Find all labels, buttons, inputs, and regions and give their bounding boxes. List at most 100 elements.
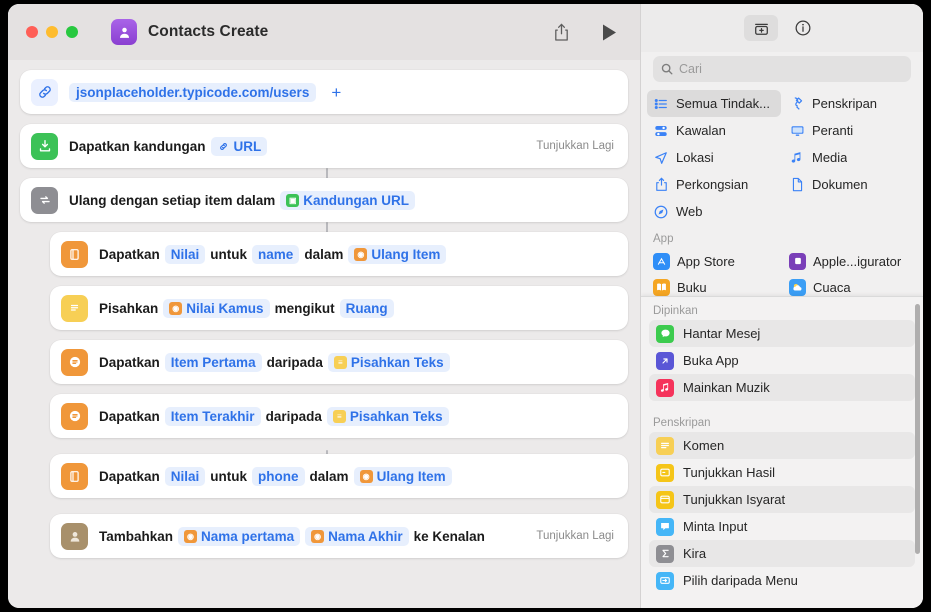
action-text: Pisahkan (99, 300, 159, 316)
panel-tabbar (641, 4, 923, 52)
action-text: Dapatkan (99, 246, 160, 262)
list-item-label: Kira (683, 546, 707, 561)
list-item[interactable]: Komen (649, 432, 915, 459)
action-row-text: Pisahkan ◉ Nilai Kamus mengikut Ruang (99, 298, 394, 318)
parameter-chip[interactable]: Ruang (339, 298, 394, 318)
variable-token-label: Kandungan URL (303, 192, 410, 208)
list-item[interactable]: Mainkan Muzik (649, 374, 915, 401)
share-icon[interactable] (546, 17, 576, 47)
category-grid: Semua Tindak... Penskripan Kawalan Peranti L… (641, 90, 923, 225)
action-row-get-value-name[interactable]: Dapatkan Nilai untuk name dalam ◉ Ulang Item (50, 232, 628, 276)
variable-token[interactable]: ▣ Kandungan URL (280, 190, 416, 210)
action-row-get-last-item[interactable]: Dapatkan Item Terakhir daripada ≡ Pisahkan T… (50, 394, 628, 438)
category-lokasi[interactable]: Lokasi (647, 144, 781, 171)
action-row-split-text[interactable]: Pisahkan ◉ Nilai Kamus mengikut Ruang (50, 286, 628, 330)
variable-token[interactable]: ≡ Pisahkan Teks (327, 352, 450, 372)
category-media[interactable]: Media (783, 144, 917, 171)
list-item[interactable]: Tunjukkan Hasil (649, 459, 915, 486)
category-label: Peranti (812, 123, 854, 138)
variable-mini-icon: ≡ (332, 409, 346, 423)
info-tab[interactable] (786, 15, 820, 41)
variable-token[interactable]: ◉ Ulang Item (353, 466, 452, 486)
minimize-button[interactable] (46, 26, 58, 38)
show-more-button[interactable]: Tunjukkan Lagi (536, 530, 614, 542)
variable-token[interactable]: ◉ Nama pertama (178, 526, 301, 546)
category-dokumen[interactable]: Dokumen (783, 171, 917, 198)
action-row-add-contact[interactable]: Tambahkan ◉ Nama pertama ◉ Nama Akhir ke Kena… (50, 514, 628, 558)
action-text: Tambahkan (99, 528, 174, 544)
close-button[interactable] (26, 26, 38, 38)
parameter-chip[interactable]: Item Terakhir (164, 406, 261, 426)
add-url-button[interactable]: + (331, 84, 341, 101)
variable-token[interactable]: ◉ Ulang Item (348, 244, 447, 264)
shortcuts-window: Contacts Create jsonplaceholder.typicode… (8, 4, 923, 608)
list-item[interactable]: Hantar Mesej (649, 320, 915, 347)
list-item-label: Hantar Mesej (683, 326, 761, 341)
apple-configurator-icon (789, 252, 806, 270)
safari-compass-icon (653, 205, 669, 219)
list-item[interactable]: Kira (649, 540, 915, 567)
action-text: mengikut (274, 300, 335, 316)
category-label: Semua Tindak... (676, 96, 770, 111)
parameter-chip[interactable]: name (252, 244, 300, 264)
action-library-tab[interactable] (744, 15, 778, 41)
variable-token-label: Nama pertama (201, 528, 295, 544)
url-parameter-label: URL (233, 138, 262, 154)
shortcut-glyph-icon[interactable] (111, 19, 137, 45)
music-note-icon (789, 151, 805, 165)
messages-icon (656, 324, 674, 343)
variable-mini-icon: ◉ (311, 529, 325, 543)
list-item[interactable]: Minta Input (649, 513, 915, 540)
action-row-get-contents-of-url[interactable]: Dapatkan kandungan URL Tunjukkan Lagi (20, 124, 628, 168)
list-item-label: Tunjukkan Isyarat (683, 492, 786, 507)
category-penskripan[interactable]: Penskripan (783, 90, 917, 117)
pinned-and-scripting-list: Dipinkan Hantar Mesej Buka App Mainkan Muz… (641, 296, 923, 608)
search-box[interactable] (653, 56, 911, 82)
pinned-section-header: Dipinkan (653, 305, 698, 317)
variable-token[interactable]: ◉ Nama Akhir (305, 526, 409, 546)
share-icon (653, 177, 669, 192)
app-item[interactable]: App Store (647, 248, 781, 274)
parameter-chip[interactable]: Nilai (164, 466, 206, 486)
parameter-chip-label: phone (258, 468, 299, 484)
url-parameter-chip[interactable]: URL (210, 136, 268, 156)
panel-scrollbar[interactable] (915, 304, 920, 554)
page-title: Contacts Create (148, 23, 269, 40)
action-row-url-action[interactable]: jsonplaceholder.typicode.com/users + (20, 70, 628, 114)
run-shortcut-button[interactable] (594, 17, 624, 47)
list-item-label: Mainkan Muzik (683, 380, 770, 395)
category-label: Web (676, 204, 703, 219)
action-text: Dapatkan (99, 408, 160, 424)
zoom-button[interactable] (66, 26, 78, 38)
list-item[interactable]: Buka App (649, 347, 915, 374)
app-section-header: App (653, 233, 674, 245)
category-perkongsian[interactable]: Perkongsian (647, 171, 781, 198)
app-item-label: Cuaca (813, 279, 851, 295)
action-row-repeat-with-each[interactable]: Ulang dengan setiap item dalam ▣ Kandungan… (20, 178, 628, 222)
parameter-chip[interactable]: Item Pertama (164, 352, 262, 372)
category-peranti[interactable]: Peranti (783, 117, 917, 144)
category-kawalan[interactable]: Kawalan (647, 117, 781, 144)
location-arrow-icon (653, 151, 669, 165)
variable-token-label: Nama Akhir (328, 528, 403, 544)
variable-mini-icon: ◉ (359, 469, 373, 483)
app-item[interactable]: Apple...igurator (783, 248, 917, 274)
parameter-chip-label: Nilai (170, 246, 200, 262)
variable-token[interactable]: ◉ Nilai Kamus (163, 298, 270, 318)
category-semua-tindak[interactable]: Semua Tindak... (647, 90, 781, 117)
action-row-get-first-item[interactable]: Dapatkan Item Pertama daripada ≡ Pisahkan Te… (50, 340, 628, 384)
category-label: Media (812, 150, 848, 165)
category-label: Penskripan (812, 96, 878, 111)
show-more-button[interactable]: Tunjukkan Lagi (536, 140, 614, 152)
url-chip[interactable]: jsonplaceholder.typicode.com/users (69, 82, 317, 102)
action-row-get-value-phone[interactable]: Dapatkan Nilai untuk phone dalam ◉ Ulang Item (50, 454, 628, 498)
parameter-chip[interactable]: Nilai (164, 244, 206, 264)
parameter-chip[interactable]: phone (252, 466, 305, 486)
list-item[interactable]: Pilih daripada Menu (649, 567, 915, 594)
list-item[interactable]: Tunjukkan Isyarat (649, 486, 915, 513)
calculate-icon (656, 544, 674, 563)
category-web[interactable]: Web (647, 198, 781, 225)
variable-token[interactable]: ≡ Pisahkan Teks (326, 406, 449, 426)
search-input[interactable] (679, 62, 903, 76)
list-icon (61, 402, 88, 430)
